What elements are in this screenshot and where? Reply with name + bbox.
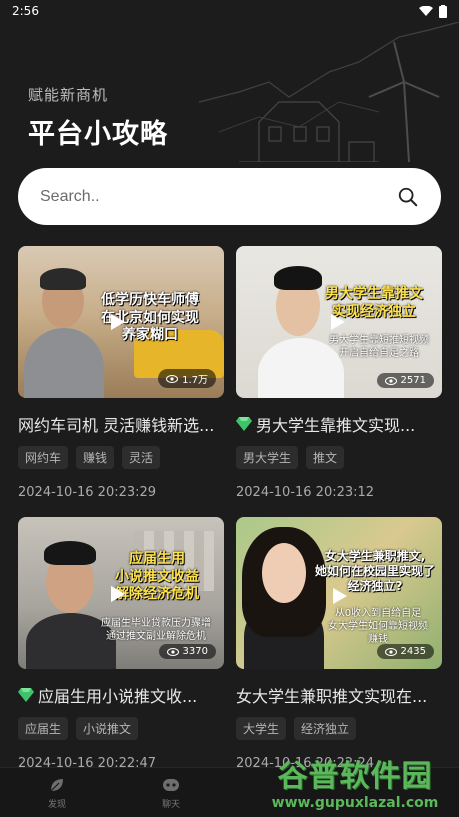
status-bar: 2:56 [0,0,459,22]
video-thumbnail[interactable]: 应届生用 小说推文收益 解除经济危机 应届生毕业贷款压力骤增 通过推文副业解除危… [18,517,224,669]
wifi-icon [419,5,433,16]
card-title-text[interactable]: 女大学生兼职推文实现在... [236,683,427,707]
tag[interactable]: 赚钱 [76,446,115,469]
play-icon[interactable] [106,311,128,333]
view-count: 1.7万 [158,369,216,388]
chat-icon [163,778,179,791]
card-title[interactable]: 女大学生兼职推文实现在... [236,683,442,707]
search-input[interactable] [40,187,397,206]
video-thumbnail[interactable]: 男大学生靠推文 实现经济独立 男大学生靠短推短视频 开启自给自足之路 2571 [236,246,442,398]
video-card[interactable]: 女大学生兼职推文, 她如何在校园里实现了 经济独立? 从0收入到自给自足 女大学… [236,517,442,771]
view-count-value: 3370 [182,646,208,657]
status-icons [419,4,447,18]
face-image [262,543,306,603]
card-title-text[interactable]: 网约车司机 灵活赚钱新选... [18,412,214,436]
page-subtitle: 赋能新商机 [28,86,109,104]
card-title[interactable]: 男大学生靠推文实现... [236,412,442,436]
view-count-value: 2571 [400,375,426,386]
tag-list: 应届生 小说推文 [18,717,224,740]
tag[interactable]: 经济独立 [294,717,357,740]
tag[interactable]: 男大学生 [236,446,299,469]
hair-image [40,268,86,290]
play-icon[interactable] [106,583,128,605]
video-card[interactable]: 低学历快车师傅 在北京如何实现 养家糊口 1.7万 网约车司机 灵活赚钱新选..… [18,246,224,500]
video-thumbnail[interactable]: 低学历快车师傅 在北京如何实现 养家糊口 1.7万 [18,246,224,398]
tag-list: 大学生 经济独立 [236,717,442,740]
card-title-text[interactable]: 应届生用小说推文收... [38,683,197,707]
hero-banner: 赋能新商机 平台小攻略 [0,22,459,162]
video-card[interactable]: 应届生用 小说推文收益 解除经济危机 应届生毕业贷款压力骤增 通过推文副业解除危… [18,517,224,771]
site-watermark: 谷普软件园 www.gupuxlazal.com [255,751,455,811]
eye-icon [384,647,397,656]
search-bar[interactable] [18,168,441,225]
watermark-url: www.gupuxlazal.com [271,795,439,811]
tag-list: 男大学生 推文 [236,446,442,469]
video-thumbnail[interactable]: 女大学生兼职推文, 她如何在校园里实现了 经济独立? 从0收入到自给自足 女大学… [236,517,442,669]
card-title[interactable]: 应届生用小说推文收... [18,683,224,707]
eye-icon [384,376,397,385]
diamond-icon [236,417,252,431]
search-icon[interactable] [397,186,419,208]
page-title: 平台小攻略 [28,119,168,150]
tag[interactable]: 推文 [306,446,345,469]
publish-date: 2024-10-16 20:23:12 [236,485,375,500]
thumbnail-subtitle: 从0收入到自给自足 女大学生如何靠短视频 赚钱 [328,608,428,645]
nav-item-discover[interactable]: 发现 [0,768,114,817]
tag[interactable]: 应届生 [18,717,69,740]
eye-icon [166,374,179,383]
thumbnail-title: 低学历快车师傅 在北京如何实现 养家糊口 [101,292,199,343]
status-time: 2:56 [12,4,39,18]
nav-item-chat[interactable]: 聊天 [114,768,228,817]
wind-turbine-illustration [199,22,459,162]
view-count: 2435 [376,644,434,659]
tag[interactable]: 灵活 [122,446,161,469]
play-icon[interactable] [326,311,348,333]
watermark-title: 谷普软件园 [277,759,433,794]
nav-label: 发现 [47,799,66,810]
eye-icon [166,647,179,656]
view-count: 3370 [158,644,216,659]
thumbnail-subtitle: 应届生毕业贷款压力骤增 通过推文副业解除危机 [101,618,211,642]
diamond-icon [18,688,34,702]
view-count-value: 1.7万 [182,375,208,386]
hair-image [44,541,96,565]
tag-list: 网约车 赚钱 灵活 [18,446,224,469]
video-card[interactable]: 男大学生靠推文 实现经济独立 男大学生靠短推短视频 开启自给自足之路 2571 … [236,246,442,500]
card-title[interactable]: 网约车司机 灵活赚钱新选... [18,412,224,436]
view-count: 2571 [376,373,434,388]
thumbnail-subtitle: 男大学生靠短推短视频 开启自给自足之路 [329,335,429,359]
tag[interactable]: 大学生 [236,717,287,740]
nav-label: 聊天 [161,799,180,810]
publish-date: 2024-10-16 20:23:29 [18,485,157,500]
play-icon[interactable] [328,585,350,607]
leaf-icon [50,778,63,791]
view-count-value: 2435 [400,646,426,657]
battery-icon [439,4,447,18]
tag[interactable]: 网约车 [18,446,69,469]
card-title-text[interactable]: 男大学生靠推文实现... [256,412,415,436]
tag[interactable]: 小说推文 [76,717,139,740]
